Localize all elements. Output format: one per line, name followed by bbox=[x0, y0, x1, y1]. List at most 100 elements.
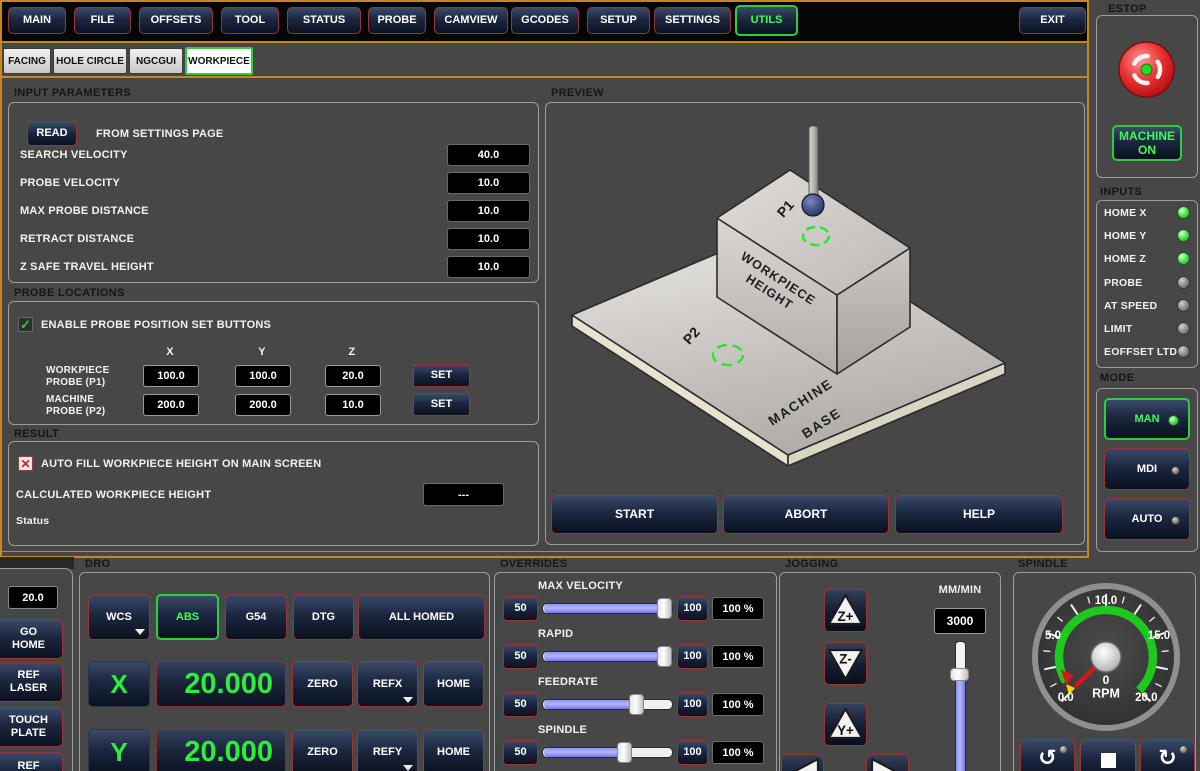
tab-hole-circle[interactable]: HOLE CIRCLE bbox=[53, 48, 127, 74]
ref-laser-button[interactable]: REFLASER bbox=[0, 662, 63, 702]
x-home-button[interactable]: HOME bbox=[423, 661, 484, 707]
menu-offsets-button[interactable]: OFFSETS bbox=[139, 7, 213, 34]
menu-probe-label: PROBE bbox=[377, 14, 416, 27]
all-homed-button[interactable]: ALL HOMED bbox=[358, 594, 485, 640]
feedrate-min-button[interactable]: 50 bbox=[503, 692, 538, 717]
menu-utils-button[interactable]: UTILS bbox=[735, 5, 798, 36]
p1-z-field[interactable]: 20.0 bbox=[325, 365, 381, 387]
mode-auto-button[interactable]: AUTO bbox=[1104, 498, 1190, 540]
estop-button[interactable] bbox=[1117, 40, 1176, 99]
tab-workpiece[interactable]: WORKPIECE bbox=[185, 47, 253, 75]
p1-set-button[interactable]: SET bbox=[413, 364, 470, 387]
retract-distance-field[interactable]: 10.0 bbox=[447, 228, 530, 250]
menu-exit-button[interactable]: EXIT bbox=[1019, 7, 1086, 34]
spindle-cw-icon: ↻ bbox=[1158, 746, 1176, 771]
spindle-slider-handle[interactable] bbox=[617, 742, 632, 763]
menu-probe-button[interactable]: PROBE bbox=[368, 7, 426, 34]
tab-facing[interactable]: FACING bbox=[3, 48, 51, 74]
tab-ngcgui[interactable]: NGCGUI bbox=[129, 48, 183, 74]
p1-y-field[interactable]: 100.0 bbox=[235, 365, 291, 387]
rapid-slider-handle[interactable] bbox=[657, 646, 672, 667]
touch-plate-button[interactable]: TOUCHPLATE bbox=[0, 707, 63, 747]
menu-setup-button[interactable]: SETUP bbox=[587, 7, 650, 34]
mode-title: MODE bbox=[1100, 372, 1134, 384]
jog-speed-slider-handle[interactable] bbox=[950, 668, 969, 681]
ref-laser-line2: LASER bbox=[10, 682, 47, 695]
max-velocity-slider-handle[interactable] bbox=[657, 598, 672, 619]
jog-rate-field[interactable]: 3000 bbox=[934, 608, 986, 634]
read-button[interactable]: READ bbox=[27, 121, 77, 146]
x-ref-button[interactable]: REFX bbox=[357, 661, 418, 707]
y-zero-button[interactable]: ZERO bbox=[292, 729, 353, 771]
spindle-min-button[interactable]: 50 bbox=[503, 740, 538, 765]
autofill-checkbox[interactable]: ✕ bbox=[18, 456, 33, 471]
abs-button[interactable]: ABS bbox=[156, 594, 219, 640]
enable-probe-checkbox[interactable]: ✓ bbox=[18, 317, 33, 332]
ref-button[interactable]: REF bbox=[0, 752, 63, 771]
menu-camview-button[interactable]: CAMVIEW bbox=[434, 7, 508, 34]
feedrate-slider[interactable] bbox=[542, 699, 673, 710]
mode-man-button[interactable]: MAN bbox=[1104, 398, 1190, 440]
mode-mdi-button[interactable]: MDI bbox=[1104, 448, 1190, 490]
jog-z-minus-button[interactable]: Z- bbox=[824, 642, 867, 685]
abort-button-label: ABORT bbox=[785, 508, 828, 522]
jog-y-plus-button[interactable]: Y+ bbox=[824, 703, 867, 746]
y-home-button[interactable]: HOME bbox=[423, 729, 484, 771]
max-velocity-min-button[interactable]: 50 bbox=[503, 596, 538, 621]
spindle-ccw-button[interactable]: ↺ bbox=[1020, 739, 1075, 771]
machine-on-line2: ON bbox=[1119, 143, 1175, 157]
ref-laser-label: REFLASER bbox=[10, 669, 47, 694]
p1-x-field[interactable]: 100.0 bbox=[143, 365, 199, 387]
spindle-stop-button[interactable] bbox=[1080, 739, 1136, 771]
p2-set-button[interactable]: SET bbox=[413, 393, 470, 416]
menu-tool-button[interactable]: TOOL bbox=[221, 7, 279, 34]
machine-on-button[interactable]: MACHINEON bbox=[1112, 125, 1182, 161]
start-button[interactable]: START bbox=[551, 495, 718, 534]
spindle-ccw-icon: ↺ bbox=[1038, 746, 1056, 771]
wcs-button[interactable]: WCS bbox=[88, 594, 150, 640]
menu-status-button[interactable]: STATUS bbox=[287, 7, 361, 34]
spindle-cw-led bbox=[1179, 745, 1188, 754]
z-safe-travel-field[interactable]: 10.0 bbox=[447, 256, 530, 278]
input-limit-led bbox=[1177, 322, 1190, 335]
rapid-slider[interactable] bbox=[542, 651, 673, 662]
p2-y-field[interactable]: 200.0 bbox=[235, 394, 291, 416]
spindle-slider[interactable] bbox=[542, 747, 673, 758]
spindle-cw-button[interactable]: ↻ bbox=[1140, 739, 1195, 771]
max-probe-distance-field[interactable]: 10.0 bbox=[447, 200, 530, 222]
x-zero-button[interactable]: ZERO bbox=[292, 661, 353, 707]
p2-x-field[interactable]: 200.0 bbox=[143, 394, 199, 416]
go-home-button[interactable]: GOHOME bbox=[0, 619, 63, 659]
menu-main-button[interactable]: MAIN bbox=[8, 7, 66, 34]
p2-z-field[interactable]: 10.0 bbox=[325, 394, 381, 416]
jog-speed-slider-track-bottom[interactable] bbox=[955, 679, 966, 771]
y-ref-button[interactable]: REFY bbox=[357, 729, 418, 771]
search-velocity-field[interactable]: 40.0 bbox=[447, 144, 530, 166]
y-axis-button[interactable]: Y bbox=[88, 729, 150, 771]
height-entry-field[interactable]: 20.0 bbox=[8, 586, 58, 609]
rapid-min-button[interactable]: 50 bbox=[503, 644, 538, 669]
jog-z-plus-button[interactable]: Z+ bbox=[824, 589, 867, 632]
gauge-label-10: 10.0 bbox=[1095, 595, 1117, 607]
max-velocity-slider[interactable] bbox=[542, 603, 673, 614]
probe-velocity-field[interactable]: 10.0 bbox=[447, 172, 530, 194]
p1-set-label: SET bbox=[431, 369, 452, 382]
g54-button[interactable]: G54 bbox=[225, 594, 287, 640]
x-axis-button[interactable]: X bbox=[88, 661, 150, 707]
menu-gcodes-button[interactable]: GCODES bbox=[511, 7, 579, 34]
probe-velocity-label: PROBE VELOCITY bbox=[20, 177, 120, 189]
spindle-max-button[interactable]: 100 bbox=[677, 740, 708, 765]
jog-x-minus-button[interactable] bbox=[781, 754, 824, 771]
help-button[interactable]: HELP bbox=[895, 495, 1063, 534]
jog-x-plus-button[interactable] bbox=[866, 754, 909, 771]
max-velocity-max-button[interactable]: 100 bbox=[677, 596, 708, 621]
menu-settings-button[interactable]: SETTINGS bbox=[654, 7, 731, 34]
feedrate-max-button[interactable]: 100 bbox=[677, 692, 708, 717]
feedrate-min-label: 50 bbox=[514, 698, 526, 711]
dtg-button[interactable]: DTG bbox=[293, 594, 354, 640]
menu-file-button[interactable]: FILE bbox=[74, 7, 131, 34]
abort-button[interactable]: ABORT bbox=[723, 495, 889, 534]
feedrate-slider-handle[interactable] bbox=[629, 694, 644, 715]
read-caption: FROM SETTINGS PAGE bbox=[96, 128, 223, 140]
rapid-max-button[interactable]: 100 bbox=[677, 644, 708, 669]
